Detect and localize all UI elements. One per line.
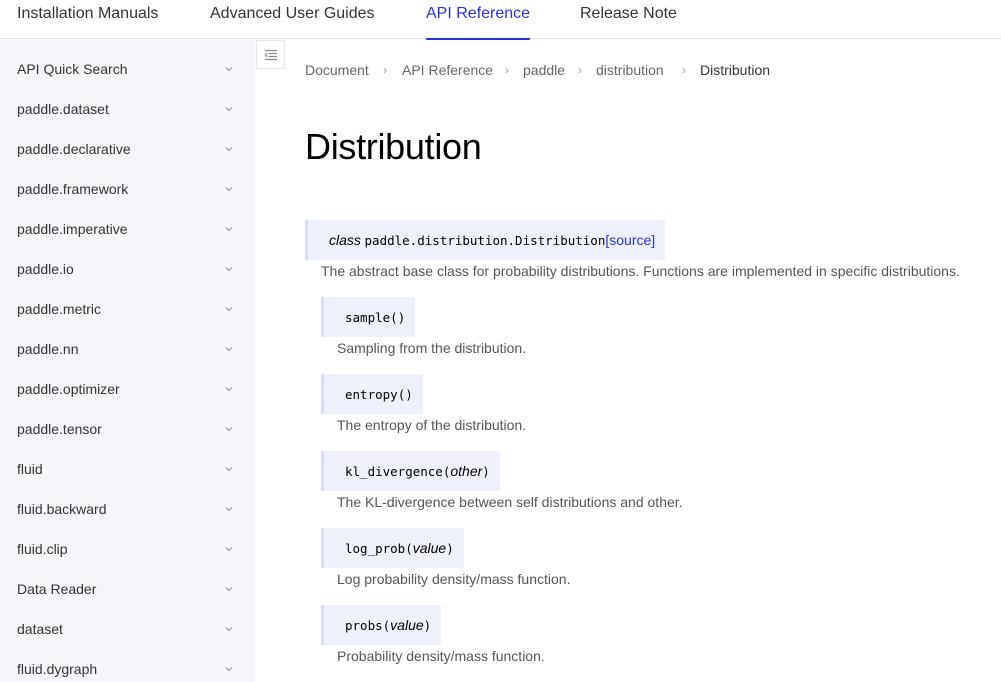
chevron-down-icon bbox=[224, 104, 234, 114]
sidebar-item-label: fluid.dygraph bbox=[17, 661, 98, 677]
method-description: Log probability density/mass function. bbox=[337, 571, 571, 587]
sidebar-item-paddle-tensor[interactable]: paddle.tensor bbox=[0, 409, 255, 449]
sidebar-item-label: paddle.imperative bbox=[17, 221, 128, 237]
chevron-down-icon bbox=[224, 664, 234, 674]
method-paren-close: ) bbox=[405, 387, 413, 402]
breadcrumb-document[interactable]: Document bbox=[305, 58, 369, 82]
sidebar-item-label: fluid bbox=[17, 461, 43, 477]
chevron-down-icon bbox=[224, 624, 234, 634]
method-name: log_prob bbox=[345, 541, 406, 556]
sidebar-item-fluid[interactable]: fluid bbox=[0, 449, 255, 489]
sidebar-item-paddle-dataset[interactable]: paddle.dataset bbox=[0, 89, 255, 129]
method-description: Sampling from the distribution. bbox=[337, 340, 527, 356]
breadcrumb-paddle[interactable]: paddle bbox=[523, 58, 565, 82]
sidebar-item-dataset[interactable]: dataset bbox=[0, 609, 255, 649]
sidebar-item-api-quick-search[interactable]: API Quick Search bbox=[0, 49, 255, 89]
method-description: The KL-divergence between self distribut… bbox=[337, 494, 683, 510]
chevron-down-icon bbox=[224, 344, 234, 354]
top-navigation: Installation Manuals Advanced User Guide… bbox=[0, 0, 1001, 40]
sidebar-item-paddle-io[interactable]: paddle.io bbox=[0, 249, 255, 289]
method-name: sample bbox=[345, 310, 391, 325]
method-paren-close: ) bbox=[482, 464, 490, 479]
method-description: Probability density/mass function. bbox=[337, 648, 545, 664]
sidebar-item-label: paddle.declarative bbox=[17, 141, 131, 157]
method-signature-probs: probs(value) bbox=[321, 605, 442, 645]
sidebar-collapse-button[interactable] bbox=[256, 40, 285, 69]
class-keyword: class bbox=[329, 232, 361, 248]
tab-advanced-user-guides[interactable]: Advanced User Guides bbox=[210, 0, 375, 39]
sidebar-item-paddle-imperative[interactable]: paddle.imperative bbox=[0, 209, 255, 249]
source-link[interactable]: [source] bbox=[605, 232, 655, 248]
sidebar-item-label: paddle.dataset bbox=[17, 101, 109, 117]
sidebar-item-fluid-backward[interactable]: fluid.backward bbox=[0, 489, 255, 529]
method-name: entropy bbox=[345, 387, 398, 402]
method-signature-sample: sample() bbox=[321, 297, 416, 337]
sidebar-item-label: fluid.clip bbox=[17, 541, 68, 557]
chevron-down-icon bbox=[224, 464, 234, 474]
sidebar-item-paddle-framework[interactable]: paddle.framework bbox=[0, 169, 255, 209]
sidebar-item-data-reader[interactable]: Data Reader bbox=[0, 569, 255, 609]
method-arg: value bbox=[390, 617, 424, 633]
sidebar-item-label: API Quick Search bbox=[17, 61, 128, 77]
method-arg: other bbox=[450, 463, 483, 479]
chevron-down-icon bbox=[224, 504, 234, 514]
sidebar-item-fluid-clip[interactable]: fluid.clip bbox=[0, 529, 255, 569]
class-description: The abstract base class for probability … bbox=[321, 263, 960, 279]
sidebar-item-paddle-metric[interactable]: paddle.metric bbox=[0, 289, 255, 329]
method-arg: value bbox=[412, 540, 447, 556]
breadcrumb-separator: › bbox=[578, 63, 582, 77]
chevron-down-icon bbox=[224, 304, 234, 314]
chevron-down-icon bbox=[224, 144, 234, 154]
sidebar-item-paddle-nn[interactable]: paddle.nn bbox=[0, 329, 255, 369]
breadcrumb-separator: › bbox=[505, 63, 509, 77]
chevron-down-icon bbox=[224, 184, 234, 194]
page-title: Distribution bbox=[305, 126, 482, 167]
method-paren-close: ) bbox=[423, 618, 432, 633]
breadcrumb-separator: › bbox=[682, 63, 686, 77]
chevron-down-icon bbox=[224, 424, 234, 434]
tab-release-note[interactable]: Release Note bbox=[580, 0, 677, 39]
sidebar-item-label: paddle.framework bbox=[17, 181, 129, 197]
sidebar-item-label: paddle.tensor bbox=[17, 421, 102, 437]
method-description: The entropy of the distribution. bbox=[337, 417, 527, 433]
chevron-down-icon bbox=[224, 64, 234, 74]
method-paren-close: ) bbox=[397, 310, 406, 325]
breadcrumb-distribution[interactable]: distribution bbox=[596, 58, 664, 82]
method-signature-kl-divergence: kl_divergence(other) bbox=[321, 451, 500, 491]
chevron-down-icon bbox=[224, 584, 234, 594]
sidebar-item-paddle-optimizer[interactable]: paddle.optimizer bbox=[0, 369, 255, 409]
sidebar-item-label: dataset bbox=[17, 621, 63, 637]
tab-installation-manuals[interactable]: Installation Manuals bbox=[17, 0, 158, 39]
sidebar-item-label: paddle.nn bbox=[17, 341, 79, 357]
sidebar-item-paddle-declarative[interactable]: paddle.declarative bbox=[0, 129, 255, 169]
sidebar: API Quick Search paddle.dataset paddle.d… bbox=[0, 40, 255, 682]
method-name: kl_divergence bbox=[345, 464, 443, 479]
method-signature-log-prob: log_prob(value) bbox=[321, 528, 464, 568]
chevron-down-icon bbox=[224, 544, 234, 554]
method-paren-close: ) bbox=[446, 541, 454, 556]
sidebar-item-label: Data Reader bbox=[17, 581, 97, 597]
class-name: paddle.distribution.Distribution bbox=[364, 233, 606, 248]
menu-collapse-icon bbox=[264, 49, 277, 61]
breadcrumb-api-reference[interactable]: API Reference bbox=[402, 58, 493, 82]
method-paren-open: ( bbox=[390, 310, 398, 325]
sidebar-item-label: fluid.backward bbox=[17, 501, 107, 517]
chevron-down-icon bbox=[224, 224, 234, 234]
sidebar-item-fluid-dygraph[interactable]: fluid.dygraph bbox=[0, 649, 255, 682]
breadcrumb-current: Distribution bbox=[700, 62, 771, 78]
chevron-down-icon bbox=[224, 264, 234, 274]
method-signature-entropy: entropy() bbox=[321, 374, 423, 414]
chevron-down-icon bbox=[224, 384, 234, 394]
sidebar-item-label: paddle.optimizer bbox=[17, 381, 120, 397]
tab-api-reference[interactable]: API Reference bbox=[426, 0, 531, 40]
sidebar-item-label: paddle.io bbox=[17, 261, 74, 277]
breadcrumb-separator: › bbox=[383, 63, 387, 77]
class-signature: class paddle.distribution.Distribution[s… bbox=[305, 220, 666, 260]
sidebar-item-label: paddle.metric bbox=[17, 301, 102, 317]
method-name: probs bbox=[345, 618, 383, 633]
method-paren-open: ( bbox=[405, 541, 413, 556]
